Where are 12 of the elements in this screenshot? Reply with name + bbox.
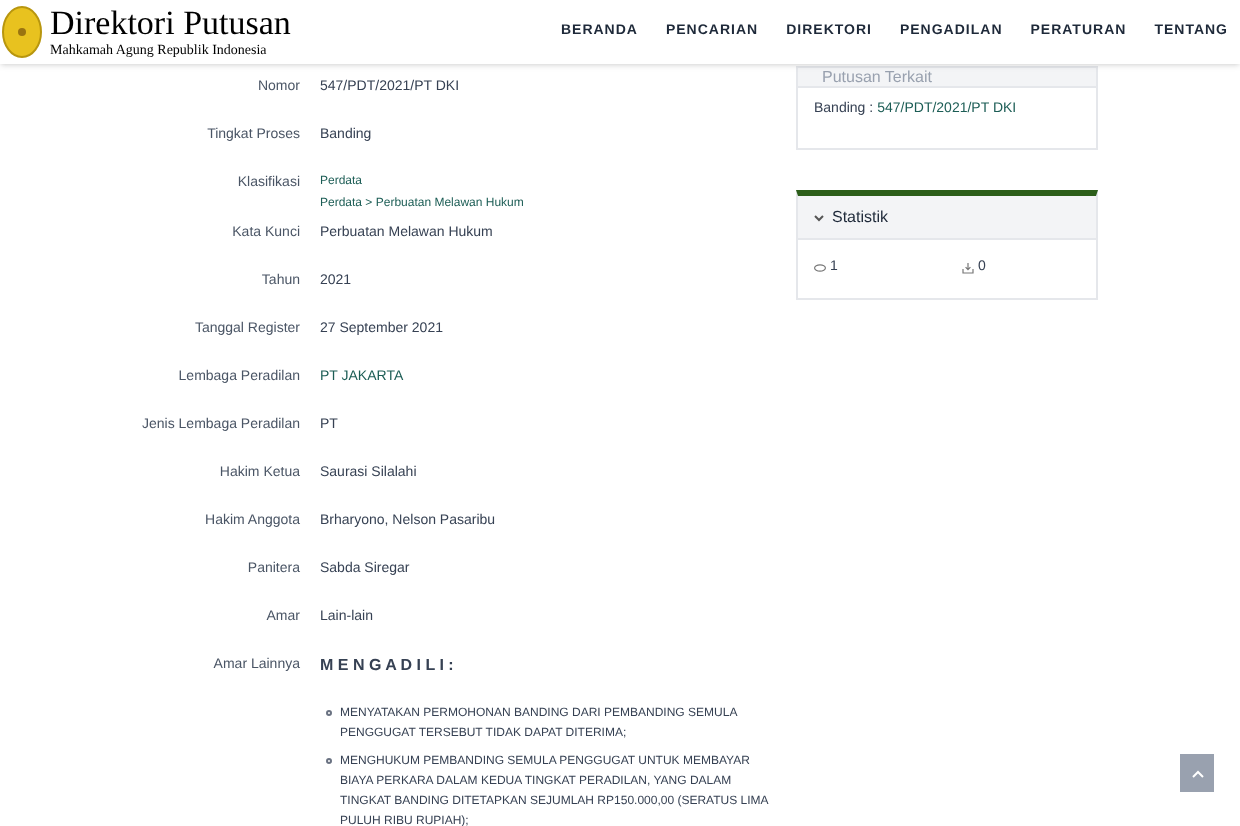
emblem-logo-icon xyxy=(2,6,42,58)
chevron-up-icon xyxy=(1191,769,1203,777)
bullet-icon xyxy=(326,758,332,764)
card-title: Putusan Terkait xyxy=(822,68,932,86)
eye-icon xyxy=(814,264,826,273)
site-title: Direktori Putusan xyxy=(50,5,291,41)
scroll-to-top-button[interactable] xyxy=(1180,754,1214,792)
verdict-heading: M E N G A D I L I : xyxy=(320,656,454,674)
chevron-down-icon xyxy=(814,213,824,221)
download-icon xyxy=(962,262,974,275)
bullet-icon xyxy=(326,710,332,716)
card-title: Statistik xyxy=(832,205,889,229)
